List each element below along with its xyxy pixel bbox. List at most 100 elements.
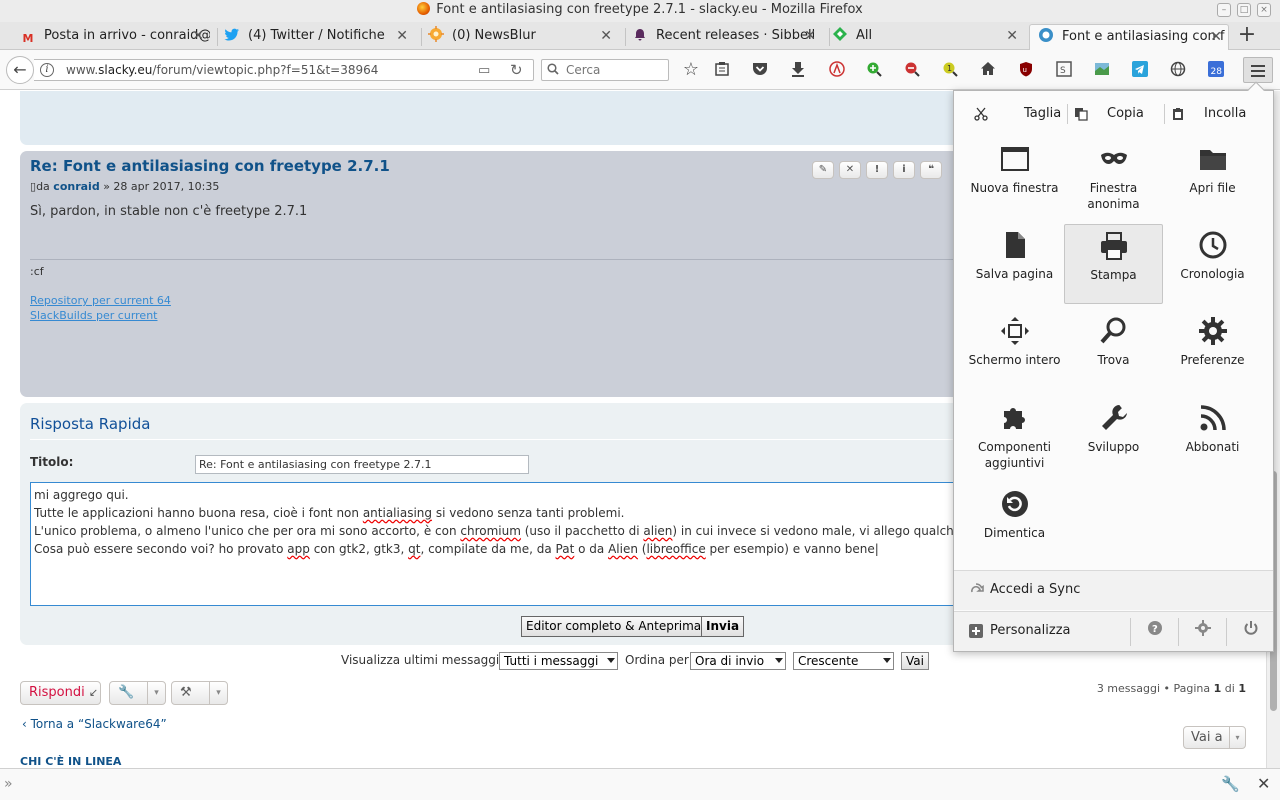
close-tab-icon[interactable]: ✕	[396, 24, 408, 48]
paste-button[interactable]: Incolla	[1171, 101, 1261, 127]
pocket-icon[interactable]	[751, 61, 769, 79]
firefox-menu-panel: Taglia Copia Incolla Nuova finestra Fine…	[953, 81, 1274, 652]
developer-wrench-icon[interactable]: 🔧	[1221, 775, 1240, 793]
scissors-icon	[974, 107, 988, 121]
developer-gear-icon[interactable]	[1193, 620, 1213, 640]
title-input[interactable]: Re: Font e antilasiasing con freetype 2.…	[195, 455, 529, 474]
menu-fullscreen[interactable]: Schermo intero	[965, 310, 1064, 390]
maximize-button[interactable]: □	[1237, 3, 1251, 17]
menu-open-file[interactable]: Apri file	[1163, 138, 1262, 218]
zoom-out-icon[interactable]	[903, 61, 921, 79]
menu-forget[interactable]: Dimentica	[965, 483, 1064, 563]
jump-to-dropdown[interactable]: Vai a ▾	[1183, 726, 1246, 749]
edit-post-icon[interactable]: ✎	[812, 161, 834, 179]
menu-find[interactable]: Trova	[1064, 310, 1163, 390]
menu-addons[interactable]: Componenti aggiuntivi	[965, 397, 1064, 477]
search-input[interactable]	[566, 62, 662, 78]
tab-newsblur[interactable]: (0) NewsBlur ✕	[428, 24, 618, 50]
zoom-in-icon[interactable]	[865, 61, 883, 79]
close-tab-icon[interactable]: ✕	[1210, 25, 1222, 49]
tab-sibbell[interactable]: Recent releases · Sibbell ✕	[632, 24, 822, 50]
url-bar[interactable]: i www.slacky.eu/forum/viewtopic.php?f=51…	[34, 59, 534, 81]
full-editor-preview-button[interactable]: Editor completo & Anteprima	[521, 616, 707, 637]
menu-new-window[interactable]: Nuova finestra	[965, 138, 1064, 218]
tab-feedly[interactable]: All ✕	[832, 24, 1024, 50]
back-to-forum-link[interactable]: ‹ Torna a “Slackware64”	[22, 717, 167, 731]
tab-gmail[interactable]: M Posta in arrivo - conraid@ ✕	[20, 24, 210, 50]
url-text[interactable]: www.slacky.eu/forum/viewtopic.php?f=51&t…	[66, 63, 378, 77]
delete-post-icon[interactable]: ✕	[839, 161, 861, 179]
bookmark-star-icon[interactable]: ☆	[682, 61, 700, 79]
tools-dropdown[interactable]: 🔧 ▾	[109, 681, 166, 705]
reply-button[interactable]: Rispondi ↙	[20, 681, 101, 705]
screenshot-addon-icon[interactable]: S	[1055, 61, 1073, 79]
gavel-icon: ⚒	[180, 685, 192, 700]
bookmarks-list-icon[interactable]	[713, 61, 731, 79]
close-addon-bar-icon[interactable]: ✕	[1257, 774, 1270, 793]
chevron-left-icon: ‹	[22, 717, 27, 731]
sibbell-icon	[632, 28, 648, 44]
gmail-icon: M	[22, 32, 34, 45]
send-button[interactable]: Invia	[701, 616, 745, 637]
search-icon	[547, 63, 559, 75]
close-tab-icon[interactable]: ✕	[804, 24, 816, 48]
tab-slacky-active[interactable]: Font e antilasiasing con f ✕	[1029, 24, 1229, 50]
help-icon[interactable]: ?	[1145, 620, 1165, 640]
home-icon[interactable]	[979, 61, 997, 79]
close-tab-icon[interactable]: ✕	[192, 24, 204, 48]
signature-link-repository[interactable]: Repository per current 64	[30, 294, 171, 307]
svg-text:1: 1	[947, 64, 952, 73]
preferences-gear-icon	[1198, 317, 1227, 345]
minimize-button[interactable]: –	[1217, 3, 1231, 17]
new-tab-button[interactable]: +	[1236, 24, 1258, 48]
downloads-icon[interactable]	[789, 61, 807, 79]
quit-power-icon[interactable]	[1241, 620, 1261, 640]
apply-sort-button[interactable]: Vai	[901, 652, 929, 670]
site-info-icon[interactable]: i	[40, 63, 54, 77]
zoom-reset-icon[interactable]: 1	[941, 61, 959, 79]
order-by-label: Ordina per	[625, 653, 689, 667]
calendar-icon[interactable]: 28	[1207, 61, 1225, 79]
order-direction-select[interactable]: Crescente	[793, 652, 894, 670]
post-title[interactable]: Re: Font e antilasiasing con freetype 2.…	[30, 157, 390, 175]
info-post-icon[interactable]: i	[893, 161, 915, 179]
save-page-icon	[1005, 232, 1025, 258]
order-by-select[interactable]: Ora di invio	[690, 652, 786, 670]
map-addon-icon[interactable]	[1093, 61, 1111, 79]
signature-link-slackbuilds[interactable]: SlackBuilds per current	[30, 309, 158, 322]
sync-icon	[971, 583, 984, 593]
copy-button[interactable]: Copia	[1074, 101, 1164, 127]
close-tab-icon[interactable]: ✕	[1006, 24, 1018, 48]
menu-preferences[interactable]: Preferenze	[1163, 310, 1262, 390]
customize-button[interactable]: Personalizza	[990, 623, 1071, 638]
open-menu-button[interactable]	[1243, 57, 1273, 83]
menu-history[interactable]: Cronologia	[1163, 224, 1262, 304]
report-post-icon[interactable]: !	[866, 161, 888, 179]
telegram-icon[interactable]	[1131, 61, 1149, 79]
quote-post-icon[interactable]: ❝	[920, 161, 942, 179]
addon-red-icon[interactable]	[828, 61, 846, 79]
slacky-icon	[1038, 27, 1054, 43]
close-tab-icon[interactable]: ✕	[600, 24, 612, 48]
menu-developer[interactable]: Sviluppo	[1064, 397, 1163, 477]
tab-twitter[interactable]: (4) Twitter / Notifiche ✕	[224, 24, 414, 50]
menu-subscribe[interactable]: Abbonati	[1163, 397, 1262, 477]
addon-bar: » 🔧 ✕	[0, 768, 1280, 800]
close-window-button[interactable]: ×	[1257, 3, 1271, 17]
post-author[interactable]: conraid	[53, 180, 99, 193]
search-box[interactable]	[541, 59, 669, 81]
menu-private-window[interactable]: Finestra anonima	[1064, 138, 1163, 218]
sync-row[interactable]: Accedi a Sync	[954, 570, 1273, 610]
globe-addon-icon[interactable]	[1169, 61, 1187, 79]
show-messages-select[interactable]: Tutti i messaggi	[499, 652, 618, 670]
menu-save-page[interactable]: Salva pagina	[965, 224, 1064, 304]
reload-icon[interactable]: ↻	[510, 61, 523, 79]
back-button[interactable]: ←	[6, 56, 34, 84]
overflow-chevron-icon[interactable]: »	[4, 776, 13, 792]
forget-icon	[1001, 491, 1028, 517]
reader-view-icon[interactable]: ▭	[478, 63, 490, 78]
ublock-shield-icon[interactable]: u	[1017, 61, 1035, 79]
menu-print[interactable]: Stampa	[1064, 224, 1163, 304]
moderation-dropdown[interactable]: ⚒ ▾	[171, 681, 228, 705]
cut-button[interactable]: Taglia	[974, 101, 1064, 127]
